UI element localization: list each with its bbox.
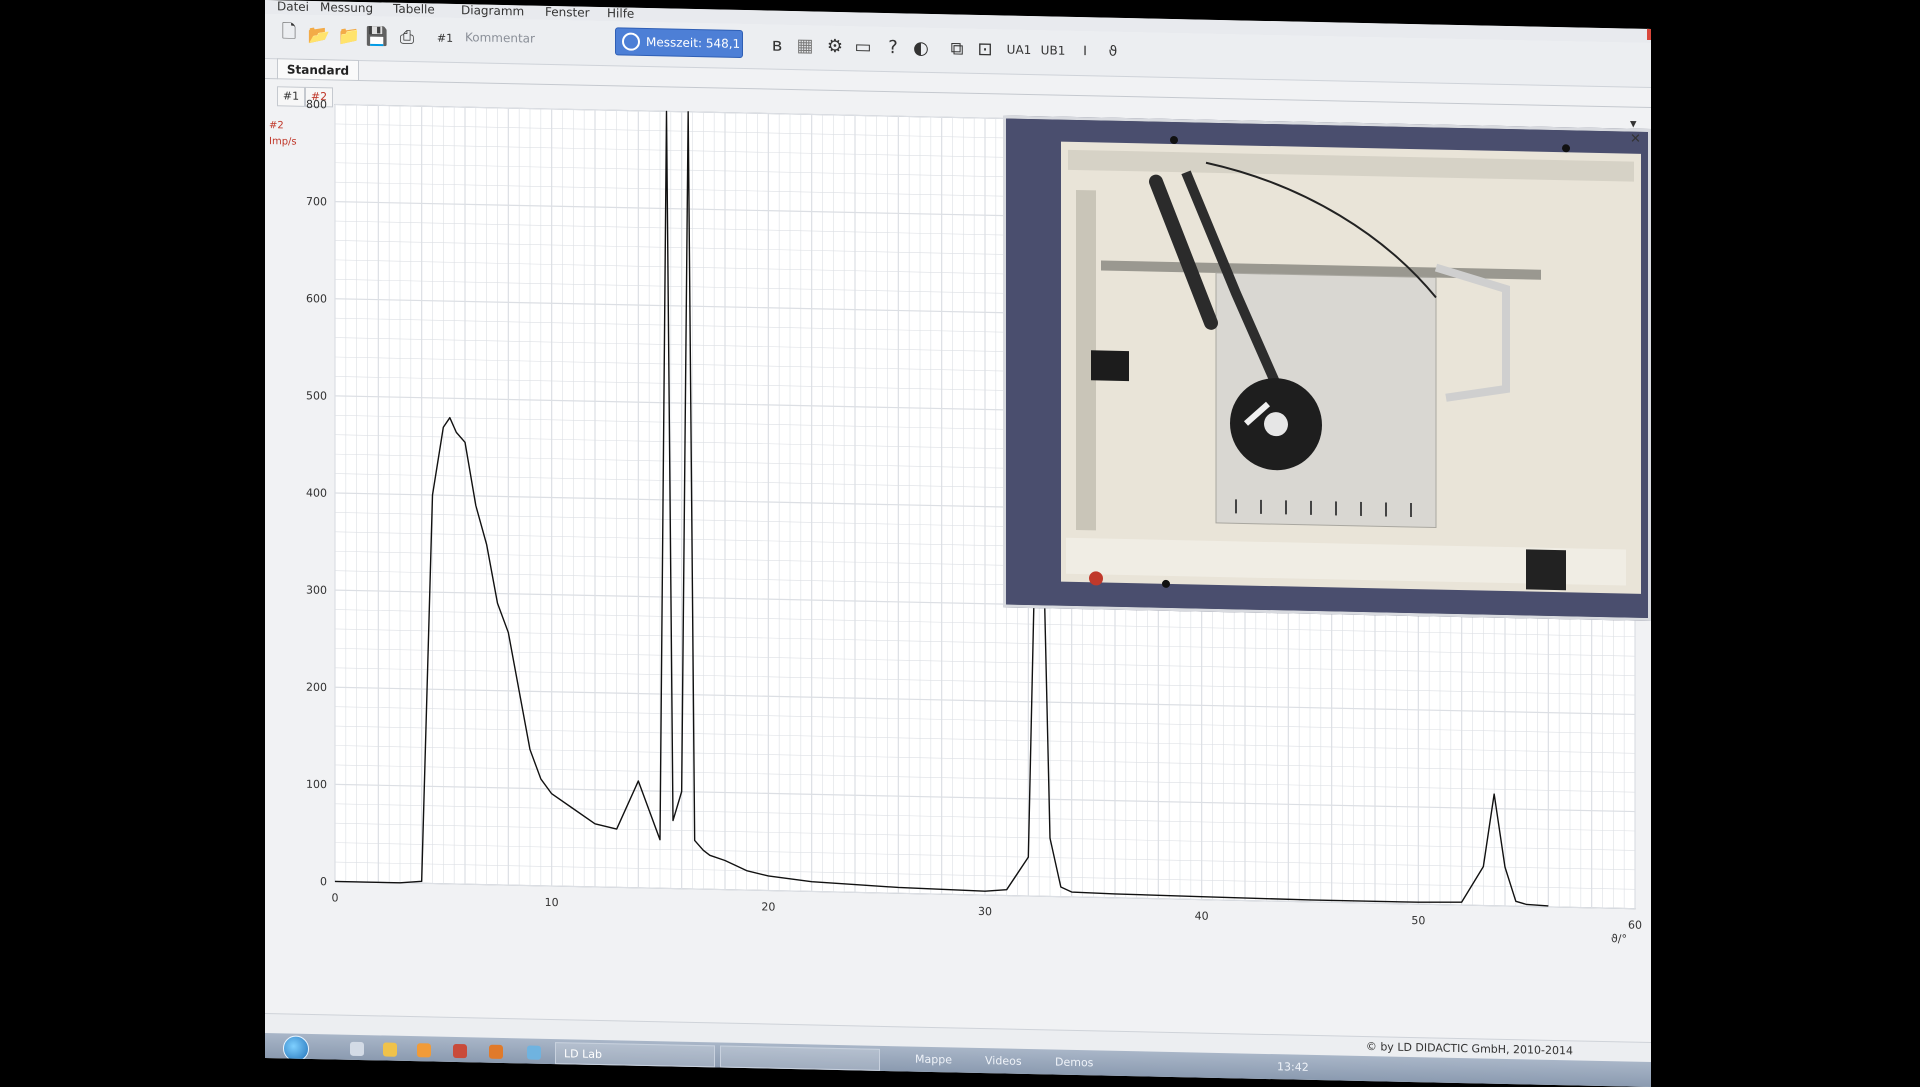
toolbar-videos[interactable]: Videos: [985, 1054, 1022, 1068]
media-player-icon[interactable]: [417, 1043, 431, 1058]
measurement-selector[interactable]: #1: [430, 25, 460, 50]
new-file-icon[interactable]: 🗋: [277, 21, 301, 47]
toolbar-demos[interactable]: Demos: [1055, 1056, 1093, 1070]
explorer-icon[interactable]: [383, 1042, 397, 1057]
y-tick-label: 100: [306, 778, 327, 791]
y-tick-label: 700: [306, 195, 327, 208]
taskbar-item-ld-lab[interactable]: LD Lab: [555, 1042, 715, 1068]
angle-icon[interactable]: ϑ: [1101, 40, 1125, 65]
network-icon[interactable]: [527, 1045, 541, 1060]
open-folder-icon[interactable]: 📂: [307, 23, 331, 48]
browser-icon[interactable]: [453, 1043, 467, 1059]
window-layout-icon[interactable]: ⧉: [945, 36, 969, 61]
y-tick-label: 200: [306, 681, 327, 694]
stop-icon[interactable]: ◐: [909, 35, 933, 60]
x-tick-label: 60: [1628, 919, 1642, 932]
x-tick-label: 10: [545, 896, 559, 909]
camera-video-panel[interactable]: [1003, 115, 1651, 622]
current-icon[interactable]: I: [1073, 39, 1097, 64]
x-tick-label: 40: [1195, 909, 1209, 922]
y-tick-label: 800: [306, 98, 327, 111]
taskbar-item-blank[interactable]: [720, 1045, 880, 1071]
start-button-icon[interactable]: [283, 1035, 309, 1062]
menu-hilfe[interactable]: Hilfe: [607, 6, 634, 21]
menu-messung[interactable]: Messung: [320, 0, 373, 15]
stopwatch-icon: [622, 32, 640, 51]
menu-fenster[interactable]: Fenster: [545, 5, 590, 20]
display-icon[interactable]: ▭: [851, 34, 875, 59]
table-icon[interactable]: ▦: [793, 33, 817, 58]
menu-diagramm[interactable]: Diagramm: [461, 3, 524, 18]
screenshot-icon[interactable]: ⊡: [973, 37, 997, 62]
measure-time-button[interactable]: Messzeit: 548,1: [615, 27, 743, 59]
y-tick-label: 400: [306, 486, 327, 499]
ie-icon[interactable]: [350, 1041, 364, 1057]
print-icon[interactable]: ⎙: [395, 25, 419, 50]
apparatus-photo: [1006, 118, 1648, 618]
menu-datei[interactable]: Datei: [277, 0, 309, 14]
close-video-icon[interactable]: ▾ ✕: [1630, 117, 1651, 147]
y-tick-label: 300: [306, 583, 327, 596]
x-tick-label: 0: [332, 891, 339, 904]
y-tick-label: 0: [320, 875, 327, 888]
x-tick-label: 20: [761, 900, 775, 913]
save-icon[interactable]: 💾: [365, 24, 389, 49]
system-clock: 13:42: [1277, 1060, 1309, 1074]
voltage-ub-button[interactable]: UB1: [1037, 38, 1069, 63]
settings-gear-icon[interactable]: ⚙: [823, 34, 847, 59]
open-example-icon[interactable]: 📁: [337, 24, 361, 49]
help-icon[interactable]: ?: [881, 35, 905, 60]
x-axis-label: ϑ/°: [1611, 932, 1627, 945]
y-tick-label: 500: [306, 389, 327, 402]
app-icon[interactable]: [489, 1044, 503, 1059]
x-tick-label: 50: [1411, 914, 1425, 927]
measure-time-label: Messzeit: 548,1: [646, 34, 741, 51]
close-button[interactable]: [1647, 27, 1651, 41]
menu-tabelle[interactable]: Tabelle: [393, 2, 435, 17]
monitor-screen: Datei Messung Tabelle Diagramm Fenster H…: [265, 0, 1651, 1087]
bluetooth-icon[interactable]: ʙ: [765, 32, 789, 57]
comment-field[interactable]: Kommentar: [465, 30, 535, 45]
copyright-text: © by LD DIDACTIC GmbH, 2010-2014: [1365, 1040, 1573, 1058]
toolbar-mappe[interactable]: Mappe: [915, 1053, 952, 1067]
voltage-ua-button[interactable]: UA1: [1003, 37, 1035, 62]
y-tick-label: 600: [306, 292, 327, 305]
x-tick-label: 30: [978, 905, 992, 918]
